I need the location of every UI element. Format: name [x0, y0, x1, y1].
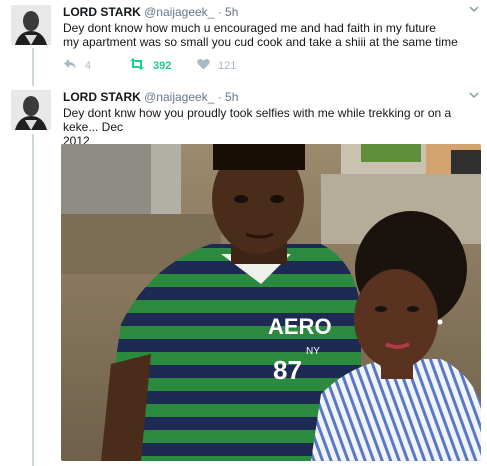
tweet-text-line: my apartment was so small you cud cook a…: [63, 35, 458, 49]
shirt-sub-text: NY: [306, 346, 320, 357]
reply-count: 4: [85, 59, 92, 72]
separator-dot: ·: [217, 5, 222, 19]
chevron-down-icon[interactable]: [469, 4, 479, 16]
like-button[interactable]: 121: [197, 58, 236, 73]
tweet-1[interactable]: LORD STARK @naijageek_ · 5h Dey dont kno…: [0, 0, 487, 86]
tweet-header: LORD STARK @naijageek_ · 5h: [63, 5, 238, 19]
reply-button[interactable]: 4: [63, 58, 91, 73]
timestamp[interactable]: 5h: [225, 90, 238, 104]
shirt-brand-text: AERO: [268, 314, 332, 339]
retweet-icon: [129, 58, 145, 73]
tweet-text: Dey dont know how much u encouraged me a…: [63, 21, 475, 49]
timestamp[interactable]: 5h: [225, 5, 238, 19]
chevron-down-icon[interactable]: [469, 90, 479, 102]
author-handle[interactable]: @naijageek_: [144, 90, 214, 104]
author-name[interactable]: LORD STARK: [63, 5, 141, 19]
heart-icon: [197, 58, 210, 73]
author-handle[interactable]: @naijageek_: [144, 5, 214, 19]
shirt-number-text: 87: [273, 355, 302, 385]
tweet-header: LORD STARK @naijageek_ · 5h: [63, 90, 238, 104]
tweet-photo[interactable]: AERO NY 87: [61, 144, 481, 461]
avatar[interactable]: [11, 5, 51, 45]
retweet-button[interactable]: 392: [129, 58, 171, 73]
retweet-count: 392: [153, 59, 172, 72]
like-count: 121: [218, 59, 237, 72]
separator-dot: ·: [217, 90, 222, 104]
tweet-actions: 4 392 121: [63, 58, 363, 74]
reply-icon: [63, 58, 77, 73]
tweet-text: Dey dont knw how you proudly took selfie…: [63, 106, 475, 148]
selfie-image: AERO NY 87: [61, 144, 481, 461]
avatar[interactable]: [11, 90, 51, 130]
tweet-text-line: Dey dont know how much u encouraged me a…: [63, 21, 436, 35]
tweet-text-line: Dey dont knw how you proudly took selfie…: [63, 106, 452, 134]
author-name[interactable]: LORD STARK: [63, 90, 141, 104]
